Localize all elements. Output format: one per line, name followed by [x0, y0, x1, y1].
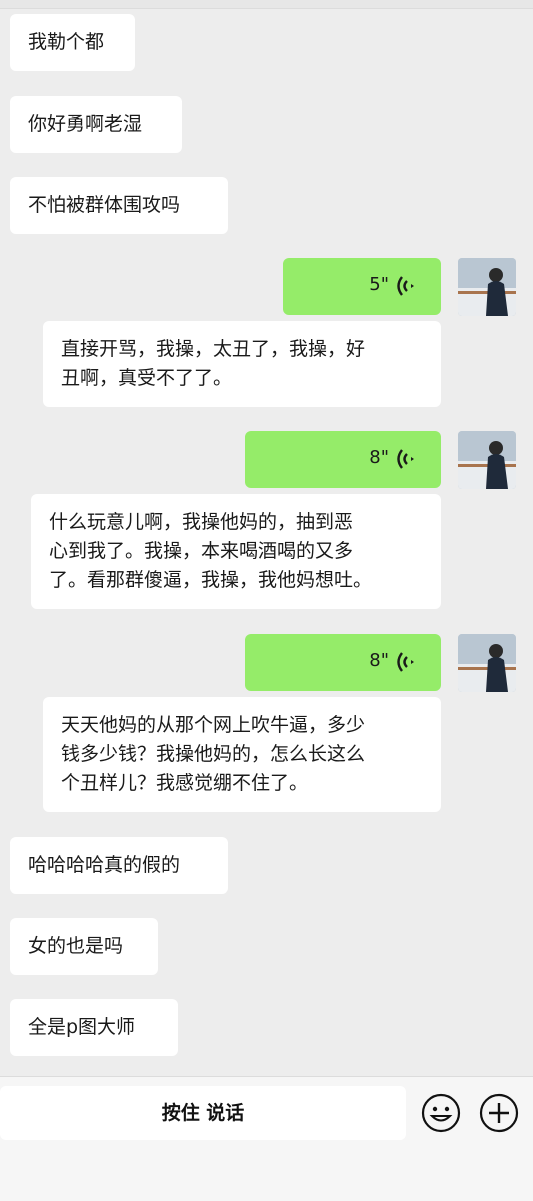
message-bubble[interactable]: 直接开骂，我操，太丑了，我操，好 丑啊，真受不了了。 — [43, 321, 441, 407]
message-text-line: 个丑样儿？我感觉绷不住了。 — [61, 772, 309, 794]
message-text: 女的也是吗 — [28, 935, 124, 957]
voice-duration: 5" — [369, 274, 389, 295]
voice-wave-icon — [397, 276, 414, 296]
message-text: 哈哈哈哈真的假的 — [28, 854, 181, 876]
avatar[interactable] — [458, 258, 516, 316]
voice-message[interactable]: 8" — [245, 634, 441, 691]
message-bubble[interactable]: 哈哈哈哈真的假的 — [10, 837, 228, 894]
message-text-line: 丑啊，真受不了了。 — [61, 367, 233, 389]
voice-wave-icon — [397, 449, 414, 469]
message-text-line: 什么玩意儿啊，我操他妈的，抽到恶 — [49, 511, 354, 533]
message-bubble[interactable]: 天天他妈的从那个网上吹牛逼，多少 钱多少钱？我操他妈的，怎么长这么 个丑样儿？我… — [43, 697, 441, 812]
top-status-strip — [0, 0, 533, 9]
message-text-line: 了。看那群傻逼，我操，我他妈想吐。 — [49, 569, 373, 591]
avatar[interactable] — [458, 634, 516, 692]
voice-message[interactable]: 5" — [283, 258, 441, 315]
message-bubble[interactable]: 女的也是吗 — [10, 918, 158, 975]
message-bubble[interactable]: 我勒个都 — [10, 14, 135, 71]
avatar[interactable] — [458, 431, 516, 489]
voice-duration: 8" — [369, 447, 389, 468]
message-text: 不怕被群体围攻吗 — [28, 194, 181, 216]
message-text-line: 钱多少钱？我操他妈的，怎么长这么 — [61, 743, 366, 765]
message-bubble[interactable]: 什么玩意儿啊，我操他妈的，抽到恶 心到我了。我操，本来喝酒喝的又多 了。看那群傻… — [31, 494, 441, 609]
plus-icon[interactable] — [478, 1092, 520, 1134]
voice-message[interactable]: 8" — [245, 431, 441, 488]
voice-duration: 8" — [369, 650, 389, 671]
emoji-icon[interactable] — [420, 1092, 462, 1134]
message-bubble[interactable]: 全是p图大师 — [10, 999, 178, 1056]
message-text: 我勒个都 — [28, 31, 105, 53]
voice-wave-icon — [397, 652, 414, 672]
message-text: 你好勇啊老湿 — [28, 113, 143, 135]
hold-to-talk-button[interactable]: 按住 说话 — [0, 1086, 406, 1140]
message-text-line: 天天他妈的从那个网上吹牛逼，多少 — [61, 714, 366, 736]
message-bubble[interactable]: 你好勇啊老湿 — [10, 96, 182, 153]
message-bubble[interactable]: 不怕被群体围攻吗 — [10, 177, 228, 234]
message-text-line: 直接开骂，我操，太丑了，我操，好 — [61, 338, 366, 360]
message-text-line: 心到我了。我操，本来喝酒喝的又多 — [49, 540, 354, 562]
message-text: 全是p图大师 — [28, 1016, 136, 1038]
